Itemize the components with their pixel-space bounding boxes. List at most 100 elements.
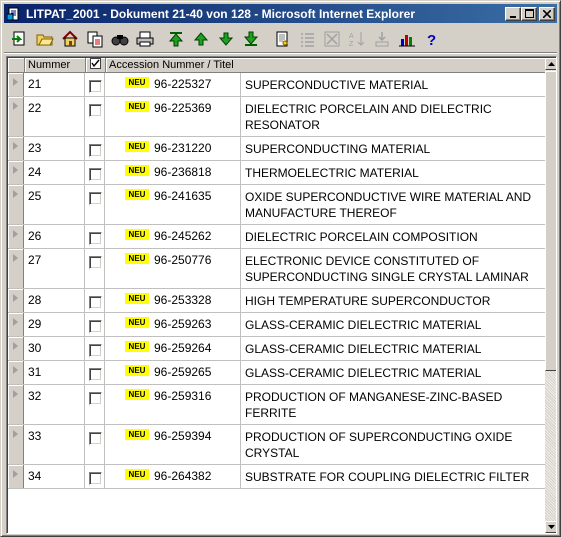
row-checkbox[interactable]: [89, 296, 102, 309]
scroll-up-button[interactable]: [545, 58, 556, 70]
row-title[interactable]: PRODUCTION OF SUPERCONDUCTING OXIDE CRYS…: [241, 425, 545, 464]
row-selector[interactable]: [8, 97, 24, 136]
row-selector[interactable]: [8, 425, 24, 464]
last-record-icon[interactable]: [239, 27, 262, 50]
accession-number[interactable]: 96-253328: [154, 293, 211, 307]
minimize-button[interactable]: [505, 6, 521, 21]
row-selector[interactable]: [8, 73, 24, 96]
table-row[interactable]: 30 NEU 96-259264 GLASS-CERAMIC DIELECTRIC M…: [8, 337, 545, 361]
row-selector[interactable]: [8, 185, 24, 224]
open-folder-icon[interactable]: [33, 27, 56, 50]
accession-number[interactable]: 96-245262: [154, 229, 211, 243]
scroll-down-button[interactable]: [545, 521, 556, 533]
table-row[interactable]: 33 NEU 96-259394 PRODUCTION OF SUPERCONDUCT…: [8, 425, 545, 465]
row-selector[interactable]: [8, 161, 24, 184]
row-selector[interactable]: [8, 249, 24, 288]
delete-icon[interactable]: [320, 27, 343, 50]
accession-number[interactable]: 96-225327: [154, 77, 211, 91]
row-title[interactable]: SUBSTRATE FOR COUPLING DIELECTRIC FILTER: [241, 465, 545, 488]
row-title[interactable]: THERMOELECTRIC MATERIAL: [241, 161, 545, 184]
accession-number[interactable]: 96-236818: [154, 165, 211, 179]
row-checkbox[interactable]: [89, 368, 102, 381]
row-title[interactable]: HIGH TEMPERATURE SUPERCONDUCTOR: [241, 289, 545, 312]
export-icon[interactable]: [8, 27, 31, 50]
row-checkbox[interactable]: [89, 344, 102, 357]
row-checkbox[interactable]: [89, 168, 102, 181]
row-checkbox[interactable]: [89, 192, 102, 205]
sort-icon[interactable]: AZ: [345, 27, 368, 50]
download-icon[interactable]: [370, 27, 393, 50]
column-header-select[interactable]: [86, 58, 106, 73]
row-title[interactable]: GLASS-CERAMIC DIELECTRIC MATERIAL: [241, 313, 545, 336]
row-checkbox[interactable]: [89, 432, 102, 445]
home-icon[interactable]: [58, 27, 81, 50]
table-row[interactable]: 34 NEU 96-264382 SUBSTRATE FOR COUPLING DIE…: [8, 465, 545, 489]
row-checkbox[interactable]: [89, 232, 102, 245]
first-record-icon[interactable]: [164, 27, 187, 50]
row-title[interactable]: DIELECTRIC PORCELAIN COMPOSITION: [241, 225, 545, 248]
find-icon[interactable]: [108, 27, 131, 50]
column-header-number[interactable]: Nummer: [25, 58, 86, 73]
ie-document-icon: [6, 6, 22, 22]
table-row[interactable]: 23 NEU 96-231220 SUPERCONDUCTING MATERIAL: [8, 137, 545, 161]
table-row[interactable]: 25 NEU 96-241635 OXIDE SUPERCONDUCTIVE WIRE…: [8, 185, 545, 225]
column-header-accession-title[interactable]: Accession Nummer / Titel: [106, 58, 545, 73]
row-selector[interactable]: [8, 313, 24, 336]
maximize-button[interactable]: [521, 6, 537, 21]
accession-number[interactable]: 96-264382: [154, 469, 211, 483]
row-title[interactable]: GLASS-CERAMIC DIELECTRIC MATERIAL: [241, 361, 545, 384]
table-row[interactable]: 26 NEU 96-245262 DIELECTRIC PORCELAIN COMPO…: [8, 225, 545, 249]
chart-icon[interactable]: [395, 27, 418, 50]
table-row[interactable]: 28 NEU 96-253328 HIGH TEMPERATURE SUPERCOND…: [8, 289, 545, 313]
row-checkbox[interactable]: [89, 80, 102, 93]
previous-record-icon[interactable]: [189, 27, 212, 50]
row-selector[interactable]: [8, 137, 24, 160]
row-checkbox[interactable]: [89, 392, 102, 405]
copy-doc-icon[interactable]: [83, 27, 106, 50]
row-title[interactable]: GLASS-CERAMIC DIELECTRIC MATERIAL: [241, 337, 545, 360]
table-row[interactable]: 21 NEU 96-225327 SUPERCONDUCTIVE MATERIAL: [8, 73, 545, 97]
row-selector[interactable]: [8, 465, 24, 488]
accession-number[interactable]: 96-259265: [154, 365, 211, 379]
accession-number[interactable]: 96-231220: [154, 141, 211, 155]
accession-number[interactable]: 96-225369: [154, 101, 211, 115]
row-number: 32: [24, 385, 85, 424]
accession-number[interactable]: 96-259394: [154, 429, 211, 443]
next-record-icon[interactable]: [214, 27, 237, 50]
row-selector[interactable]: [8, 361, 24, 384]
close-button[interactable]: [539, 6, 555, 21]
row-title[interactable]: PRODUCTION OF MANGANESE-ZINC-BASED FERRI…: [241, 385, 545, 424]
row-checkbox[interactable]: [89, 104, 102, 117]
scroll-thumb[interactable]: [545, 71, 556, 371]
accession-number[interactable]: 96-259264: [154, 341, 211, 355]
list-icon[interactable]: [295, 27, 318, 50]
row-title[interactable]: SUPERCONDUCTING MATERIAL: [241, 137, 545, 160]
table-row[interactable]: 31 NEU 96-259265 GLASS-CERAMIC DIELECTRIC M…: [8, 361, 545, 385]
row-selector[interactable]: [8, 289, 24, 312]
accession-number[interactable]: 96-259263: [154, 317, 211, 331]
row-checkbox[interactable]: [89, 320, 102, 333]
row-title[interactable]: OXIDE SUPERCONDUCTIVE WIRE MATERIAL AND …: [241, 185, 545, 224]
row-selector[interactable]: [8, 337, 24, 360]
table-row[interactable]: 24 NEU 96-236818 THERMOELECTRIC MATERIAL: [8, 161, 545, 185]
row-selector[interactable]: [8, 225, 24, 248]
document-icon[interactable]: [270, 27, 293, 50]
row-checkbox[interactable]: [89, 144, 102, 157]
row-title[interactable]: ELECTRONIC DEVICE CONSTITUTED OF SUPERCO…: [241, 249, 545, 288]
vertical-scrollbar[interactable]: [545, 58, 556, 533]
table-row[interactable]: 27 NEU 96-250776 ELECTRONIC DEVICE CONSTITU…: [8, 249, 545, 289]
accession-number[interactable]: 96-259316: [154, 389, 211, 403]
help-icon[interactable]: ?: [420, 27, 443, 50]
row-checkbox[interactable]: [89, 256, 102, 269]
table-row[interactable]: 32 NEU 96-259316 PRODUCTION OF MANGANESE-ZI…: [8, 385, 545, 425]
accession-number[interactable]: 96-241635: [154, 189, 211, 203]
row-title[interactable]: DIELECTRIC PORCELAIN AND DIELECTRIC RESO…: [241, 97, 545, 136]
row-selector[interactable]: [8, 385, 24, 424]
table-row[interactable]: 29 NEU 96-259263 GLASS-CERAMIC DIELECTRIC M…: [8, 313, 545, 337]
accession-number[interactable]: 96-250776: [154, 253, 211, 267]
table-row[interactable]: 22 NEU 96-225369 DIELECTRIC PORCELAIN AND D…: [8, 97, 545, 137]
row-title[interactable]: SUPERCONDUCTIVE MATERIAL: [241, 73, 545, 96]
title-bar[interactable]: LITPAT_2001 - Dokument 21-40 von 128 - M…: [4, 4, 557, 23]
print-icon[interactable]: [133, 27, 156, 50]
row-checkbox[interactable]: [89, 472, 102, 485]
